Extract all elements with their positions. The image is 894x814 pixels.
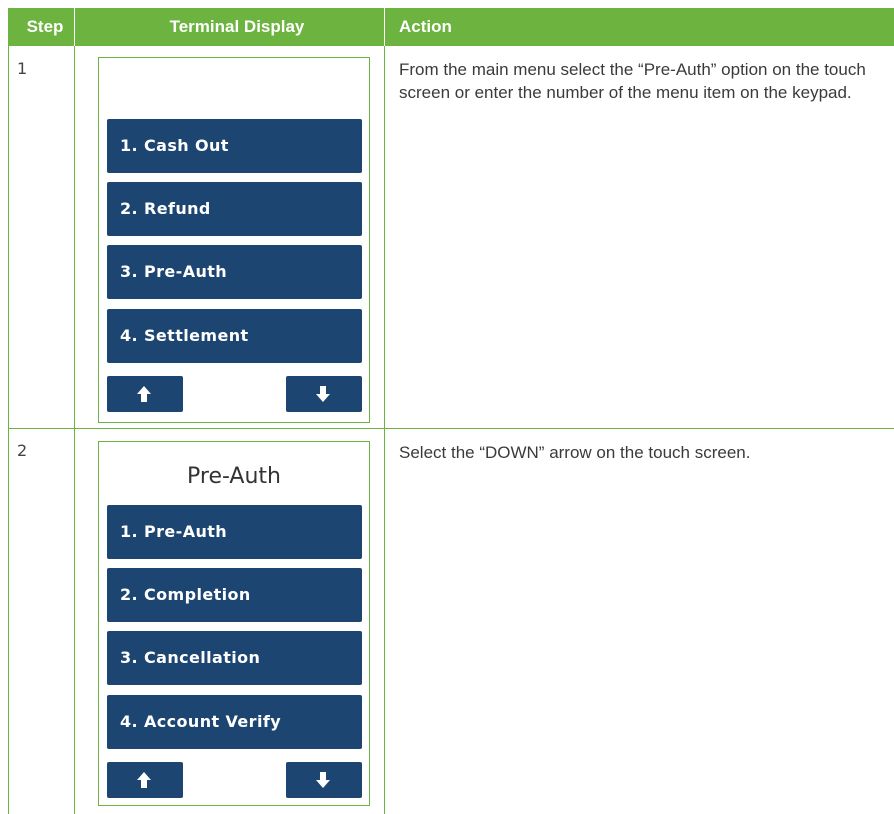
menu-button-completion[interactable]: 2. Completion bbox=[107, 568, 362, 622]
header-step: Step bbox=[26, 17, 64, 36]
header-divider bbox=[74, 8, 75, 46]
header-divider bbox=[384, 8, 385, 46]
down-arrow-button[interactable] bbox=[286, 762, 362, 798]
down-arrow-button[interactable] bbox=[286, 376, 362, 412]
menu-button-cash-out[interactable]: 1. Cash Out bbox=[107, 119, 362, 173]
grid-line bbox=[8, 46, 9, 814]
up-arrow-button[interactable] bbox=[107, 762, 183, 798]
menu-button-cancellation[interactable]: 3. Cancellation bbox=[107, 631, 362, 685]
arrow-up-icon bbox=[137, 386, 151, 402]
terminal-screen: 1. Cash Out 2. Refund 3. Pre-Auth 4. Set… bbox=[98, 57, 370, 423]
action-text: From the main menu select the “Pre-Auth”… bbox=[399, 60, 866, 102]
table-header: Step Terminal Display Action bbox=[8, 8, 894, 46]
terminal-screen: Pre-Auth 1. Pre-Auth 2. Completion 3. Ca… bbox=[98, 441, 370, 806]
menu-button-account-verify[interactable]: 4. Account Verify bbox=[107, 695, 362, 749]
menu-button-pre-auth[interactable]: 3. Pre-Auth bbox=[107, 245, 362, 299]
instruction-table: Step Terminal Display Action 1 1. Cash O… bbox=[0, 0, 894, 814]
grid-line bbox=[384, 46, 385, 814]
grid-line bbox=[74, 46, 75, 814]
header-action: Action bbox=[399, 17, 452, 36]
step-number: 1 bbox=[17, 59, 28, 78]
row-divider bbox=[8, 428, 894, 429]
arrow-down-icon bbox=[316, 772, 330, 788]
menu-button-pre-auth[interactable]: 1. Pre-Auth bbox=[107, 505, 362, 559]
action-text: Select the “DOWN” arrow on the touch scr… bbox=[399, 443, 751, 462]
header-terminal-display: Terminal Display bbox=[169, 17, 305, 36]
menu-button-refund[interactable]: 2. Refund bbox=[107, 182, 362, 236]
arrow-down-icon bbox=[316, 386, 330, 402]
arrow-up-icon bbox=[137, 772, 151, 788]
menu-button-settlement[interactable]: 4. Settlement bbox=[107, 309, 362, 363]
up-arrow-button[interactable] bbox=[107, 376, 183, 412]
step-number: 2 bbox=[17, 441, 28, 460]
screen-title: Pre-Auth bbox=[187, 464, 281, 489]
